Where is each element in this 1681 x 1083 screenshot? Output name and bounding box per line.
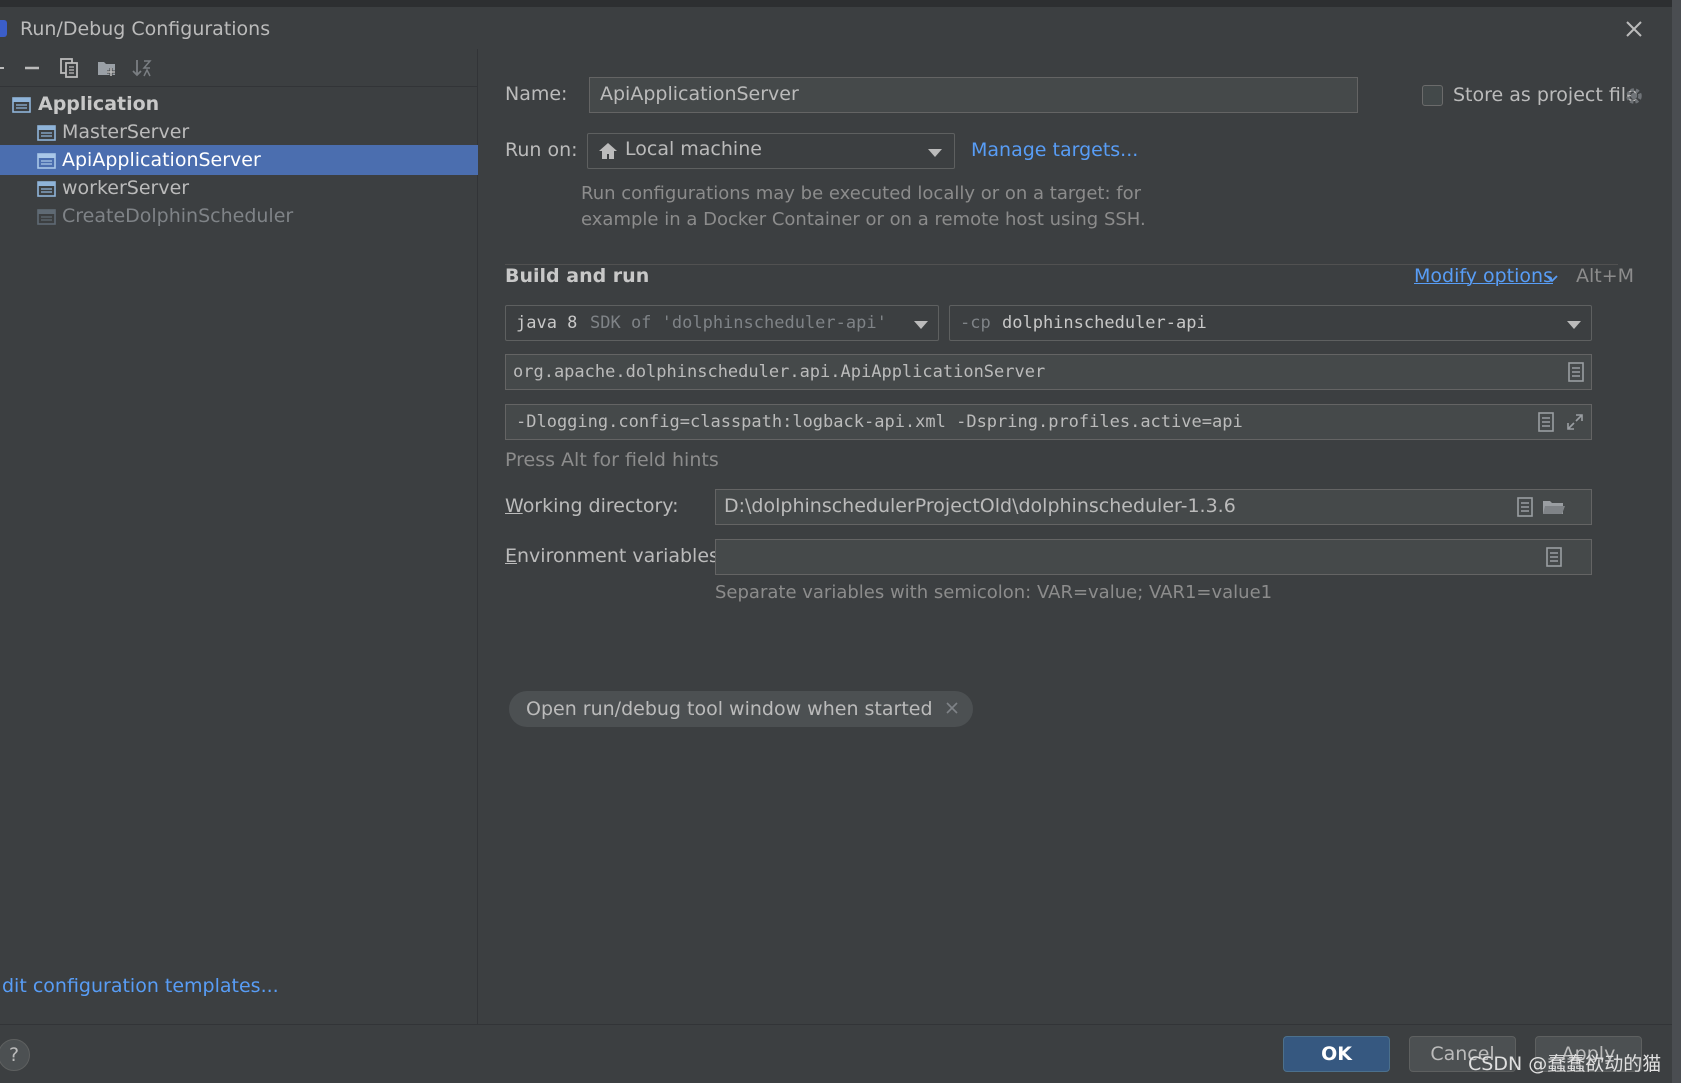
configurations-toolbar (0, 49, 478, 87)
application-config-icon (37, 181, 56, 197)
tree-item-label: MasterServer (62, 121, 190, 143)
application-config-icon (37, 209, 56, 225)
jdk-main-value: java 8 (516, 313, 578, 333)
run-on-value: Local machine (625, 138, 762, 160)
insert-macro-icon[interactable] (1515, 496, 1535, 518)
add-icon[interactable] (0, 57, 8, 79)
close-icon[interactable] (945, 701, 959, 715)
close-icon[interactable] (1620, 15, 1648, 43)
ok-button[interactable]: OK (1283, 1036, 1390, 1072)
modify-options-link[interactable]: Modify options (1414, 265, 1553, 287)
main-class-field[interactable]: org.apache.dolphinscheduler.api.ApiAppli… (505, 354, 1592, 390)
desktop-strip-right (1672, 0, 1681, 1083)
app-icon (0, 20, 7, 37)
name-label: Name: (505, 83, 568, 105)
name-field-value: ApiApplicationServer (600, 83, 799, 105)
environment-variables-field[interactable] (715, 539, 1592, 575)
chevron-down-icon (928, 149, 942, 157)
application-config-icon (37, 153, 56, 169)
gear-icon[interactable] (1623, 85, 1645, 107)
expand-icon[interactable] (1565, 411, 1585, 433)
configuration-editor: Name: ApiApplicationServer Store as proj… (479, 49, 1672, 1024)
window-title: Run/Debug Configurations (20, 18, 271, 40)
run-on-dropdown[interactable]: Local machine (587, 133, 955, 169)
run-on-hint: Run configurations may be executed local… (581, 183, 1146, 230)
working-directory-label: Working directory: (505, 495, 679, 517)
field-hints-text: Press Alt for field hints (505, 449, 719, 471)
tree-item-apiapplicationserver[interactable]: ApiApplicationServer (0, 145, 478, 175)
tree-item-masterserver[interactable]: MasterServer (0, 117, 478, 147)
tree-item-label: workerServer (62, 177, 190, 199)
tree-item-createdolphinscheduler[interactable]: CreateDolphinScheduler (0, 201, 478, 231)
name-field[interactable]: ApiApplicationServer (589, 77, 1358, 113)
tree-item-label: CreateDolphinScheduler (62, 205, 294, 227)
home-icon (599, 143, 617, 159)
working-directory-value: D:\dolphinschedulerProjectOld\dolphinsch… (724, 495, 1236, 517)
classpath-module-dropdown[interactable]: -cp dolphinscheduler-api (949, 305, 1592, 341)
chevron-down-icon (914, 321, 928, 329)
run-on-label: Run on: (505, 139, 578, 161)
watermark: CSDN @蠢蠢欲动的猫 (1468, 1053, 1662, 1075)
classpath-prefix: -cp (960, 313, 991, 333)
edit-environment-icon[interactable] (1544, 546, 1564, 568)
edit-configuration-templates-link[interactable]: dit configuration templates... (2, 975, 279, 997)
chevron-down-icon (1567, 321, 1581, 329)
store-as-project-file-label[interactable]: Store as project file (1453, 84, 1638, 106)
new-folder-icon[interactable] (96, 57, 118, 79)
sort-icon[interactable] (131, 57, 153, 79)
remove-icon[interactable] (21, 57, 43, 79)
build-and-run-heading: Build and run (505, 265, 650, 287)
environment-variables-hint: Separate variables with semicolon: VAR=v… (715, 582, 1273, 603)
manage-targets-link[interactable]: Manage targets... (971, 139, 1138, 161)
main-class-value: org.apache.dolphinscheduler.api.ApiAppli… (513, 362, 1046, 382)
vm-options-field[interactable]: -Dlogging.config=classpath:logback-api.x… (505, 404, 1592, 440)
modify-options-shortcut: Alt+M (1576, 265, 1635, 287)
chip-label: Open run/debug tool window when started (526, 698, 933, 720)
open-tool-window-option-chip[interactable]: Open run/debug tool window when started (509, 691, 973, 727)
jdk-secondary-value: SDK of 'dolphinscheduler-api' r (590, 313, 898, 333)
configurations-sidebar: Application MasterServer ApiApplicationS… (0, 49, 478, 1024)
chevron-down-icon[interactable] (1545, 273, 1559, 285)
title-bar: Run/Debug Configurations (0, 7, 1672, 49)
help-button[interactable]: ? (0, 1039, 30, 1071)
run-debug-configurations-dialog: Run/Debug Configurations Application Mas… (0, 7, 1672, 1083)
application-folder-icon (12, 97, 31, 113)
application-config-icon (37, 125, 56, 141)
working-directory-field[interactable]: D:\dolphinschedulerProjectOld\dolphinsch… (715, 489, 1592, 525)
tree-item-label: ApiApplicationServer (62, 149, 261, 171)
dialog-button-bar: ? OK Cancel Apply CSDN @蠢蠢欲动的猫 (0, 1024, 1672, 1083)
store-as-project-file-checkbox[interactable] (1422, 85, 1443, 106)
insert-macro-icon[interactable] (1536, 411, 1556, 433)
tree-item-workerserver[interactable]: workerServer (0, 173, 478, 203)
folder-icon[interactable] (1542, 496, 1566, 518)
jdk-dropdown[interactable]: java 8 SDK of 'dolphinscheduler-api' r (505, 305, 939, 341)
vm-options-value: -Dlogging.config=classpath:logback-api.x… (516, 412, 1243, 432)
environment-variables-label: Environment variables: (505, 545, 726, 567)
tree-group-application[interactable]: Application (0, 89, 478, 119)
tree-group-label: Application (38, 93, 160, 115)
desktop-strip-top (0, 0, 1681, 7)
browse-class-icon[interactable] (1566, 361, 1586, 383)
copy-icon[interactable] (58, 57, 80, 79)
classpath-module-value: dolphinscheduler-api (1002, 313, 1207, 333)
